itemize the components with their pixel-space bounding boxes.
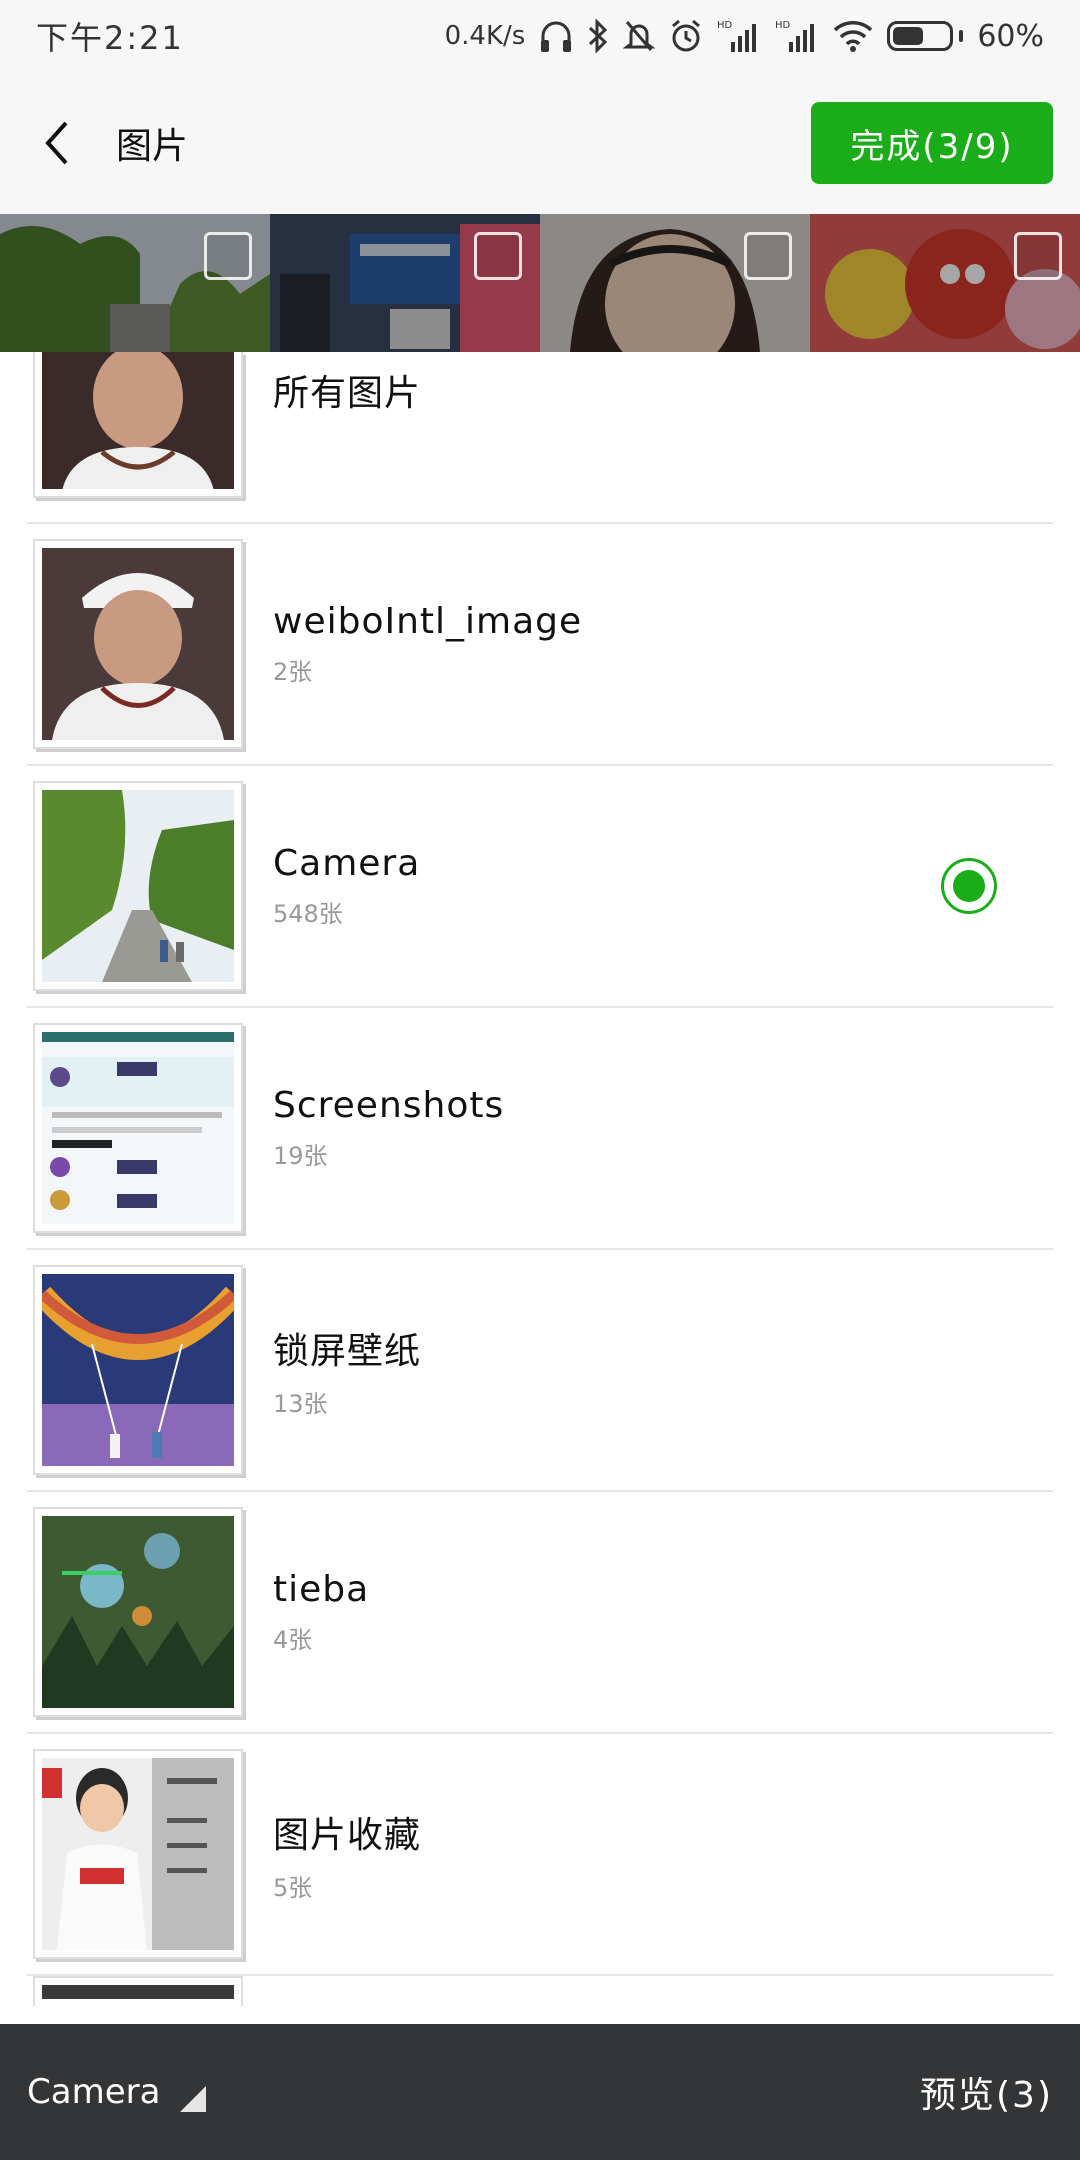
- back-arrow-icon: [45, 121, 68, 165]
- album-item[interactable]: Screenshots 19张: [27, 1008, 1053, 1250]
- wifi-icon: [833, 16, 873, 56]
- album-list: 所有图片 weiboIntl_image 2张 Camera 548张 Scre…: [0, 352, 1080, 2024]
- album-count: 4张: [273, 1626, 313, 1654]
- album-selected-radio[interactable]: [941, 858, 997, 914]
- strip-checkbox[interactable]: [744, 232, 792, 280]
- headphones-icon: [539, 16, 573, 56]
- hd-signal-icon: HD: [775, 16, 819, 56]
- net-speed: 0.4K/s: [444, 21, 526, 51]
- strip-photo[interactable]: [810, 214, 1080, 352]
- album-name: tieba: [273, 1569, 370, 1610]
- page-title: 图片: [116, 126, 189, 167]
- hd-signal-icon: HD: [717, 16, 761, 56]
- album-name: 图片收藏: [273, 1814, 422, 1856]
- svg-text:HD: HD: [775, 20, 791, 31]
- album-thumbnail: [33, 539, 243, 749]
- album-item[interactable]: 锁屏壁纸 13张: [27, 1250, 1053, 1492]
- album-name: weiboIntl_image: [273, 601, 583, 642]
- strip-photo[interactable]: [0, 214, 270, 352]
- album-thumbnail: [33, 1976, 243, 2006]
- album-thumbnail: [33, 781, 243, 991]
- bottom-bar: Camera 预览(3): [0, 2024, 1080, 2160]
- album-count: 13张: [273, 1389, 328, 1418]
- preview-button[interactable]: 预览(3): [920, 2066, 1053, 2118]
- done-button[interactable]: 完成(3/9): [811, 102, 1053, 184]
- status-bar: 下午2:21 0.4K/s HD HD 60%: [0, 0, 1080, 72]
- bluetooth-icon: [587, 16, 609, 56]
- strip-checkbox[interactable]: [474, 232, 522, 280]
- album-thumbnail: [33, 1749, 243, 1959]
- album-item[interactable]: [27, 1976, 1053, 2024]
- folder-label: Camera: [27, 2072, 161, 2112]
- album-count: 19张: [273, 1142, 328, 1170]
- album-count: 548张: [273, 900, 343, 928]
- status-time: 下午2:21: [36, 19, 184, 57]
- dropdown-corner-icon: [180, 2086, 207, 2112]
- alarm-icon: [669, 16, 703, 56]
- album-name: 锁屏壁纸: [273, 1330, 422, 1372]
- album-item[interactable]: Camera 548张: [27, 766, 1053, 1008]
- album-name: Screenshots: [273, 1085, 505, 1126]
- strip-photo[interactable]: [270, 214, 540, 352]
- album-item[interactable]: tieba 4张: [27, 1492, 1053, 1734]
- album-item[interactable]: 图片收藏 5张: [27, 1734, 1053, 1976]
- header: 图片 完成(3/9): [0, 72, 1080, 214]
- album-name: Camera: [273, 843, 421, 884]
- strip-checkbox[interactable]: [204, 232, 252, 280]
- album-count: 2张: [273, 658, 313, 686]
- battery-icon: [887, 21, 964, 51]
- album-thumbnail: [33, 1507, 243, 1717]
- album-thumbnail: [33, 352, 243, 498]
- folder-selector[interactable]: Camera: [27, 2062, 207, 2122]
- back-button[interactable]: [2, 72, 112, 214]
- album-item[interactable]: weiboIntl_image 2张: [27, 524, 1053, 766]
- strip-photo[interactable]: [540, 214, 810, 352]
- album-name: 所有图片: [273, 373, 422, 414]
- svg-text:HD: HD: [717, 20, 733, 31]
- photo-strip: [0, 214, 1080, 352]
- battery-percent: 60%: [977, 18, 1044, 54]
- album-item[interactable]: 所有图片: [27, 352, 1053, 524]
- album-count: 5张: [273, 1873, 313, 1902]
- status-icons: 0.4K/s HD HD 60%: [445, 16, 1044, 56]
- strip-checkbox[interactable]: [1014, 232, 1062, 280]
- mute-icon: [623, 16, 656, 56]
- album-thumbnail: [33, 1023, 243, 1233]
- album-thumbnail: [33, 1265, 243, 1475]
